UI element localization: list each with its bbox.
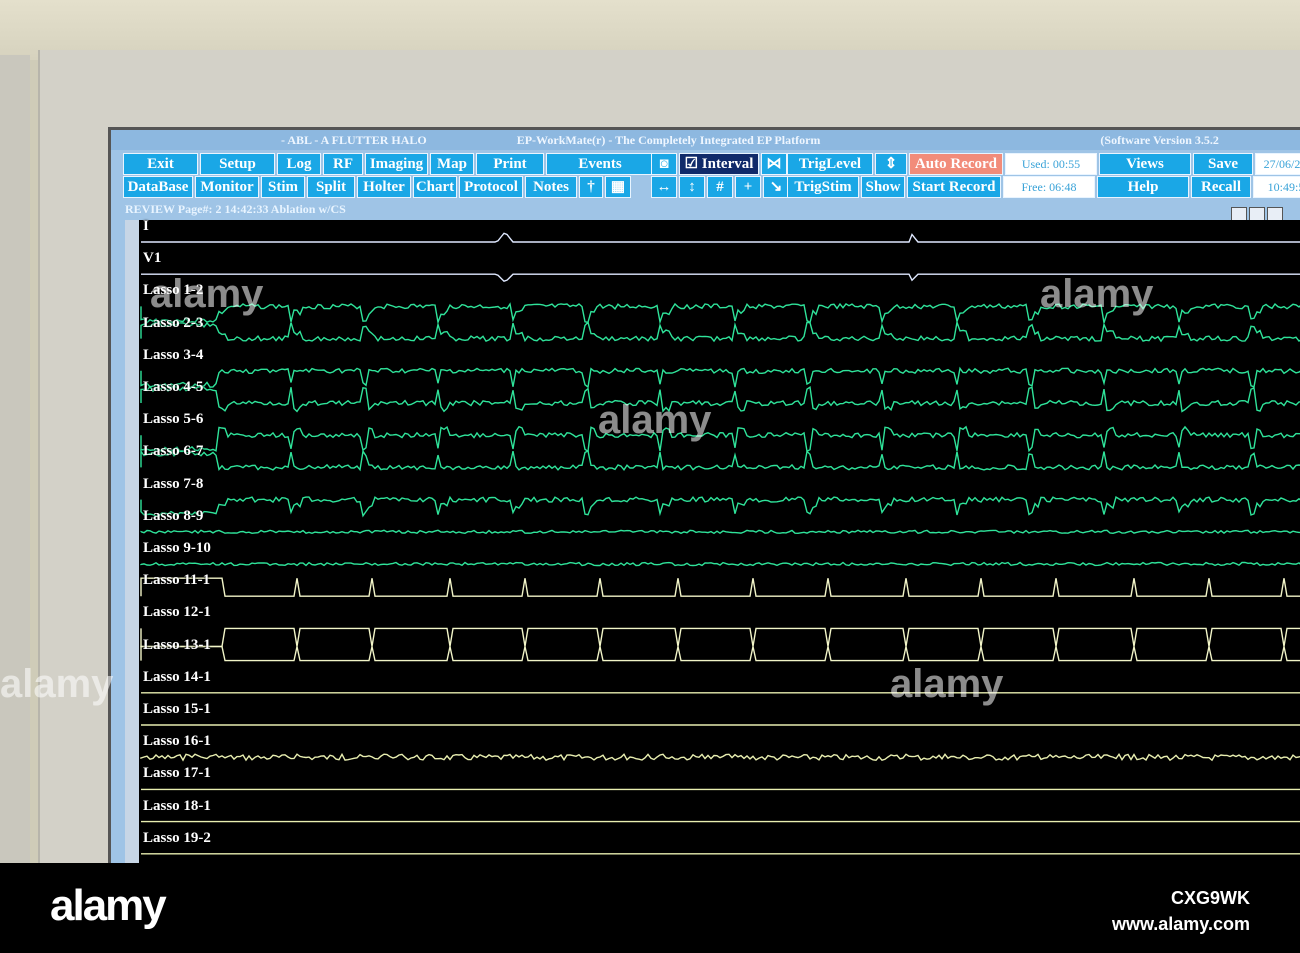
waveform-trace: [140, 366, 1300, 389]
waveform-trace: [140, 449, 1300, 472]
recall-button[interactable]: Recall: [1191, 176, 1251, 198]
channel-label: Lasso 5-6: [143, 411, 204, 428]
waveform-trace: [140, 425, 1300, 453]
waveform-trace: [140, 627, 1300, 648]
help-button[interactable]: Help: [1097, 176, 1189, 198]
measure-tools-2: ↔ ↕ # + ↘: [651, 176, 789, 198]
waveform-trace: [140, 385, 1300, 413]
toolbar-button-4[interactable]: Holter: [357, 176, 411, 198]
toolbar-button-log[interactable]: Log: [277, 153, 321, 175]
channel-label: Lasso 16-1: [143, 733, 211, 750]
channel-label: Lasso 18-1: [143, 797, 211, 814]
toolbar-button-5[interactable]: Chart: [413, 176, 457, 198]
interval-toggle[interactable]: ☑ Interval: [679, 153, 759, 175]
trigger-tools: TrigLevel ⇕ Auto Record Used: 00:55 View…: [787, 153, 1300, 175]
vruler-icon[interactable]: ↕: [679, 176, 705, 198]
trig-stim-button[interactable]: TrigStim: [787, 176, 859, 198]
measure-tools: ◙ ☑ Interval ⋈: [651, 153, 787, 175]
watermark: alamy: [598, 398, 712, 442]
channel-label: Lasso 7-8: [143, 475, 204, 492]
date-readout: 27/06/2007: [1255, 153, 1300, 175]
save-button[interactable]: Save: [1193, 153, 1253, 175]
camera-icon[interactable]: ◙: [651, 153, 677, 175]
slope-icon[interactable]: ↘: [763, 176, 789, 198]
channel-label: Lasso 6-7: [143, 443, 204, 460]
toolbar-button-print[interactable]: Print: [476, 153, 544, 175]
review-status: REVIEW Page#: 2 14:42:33 Ablation w/CS: [125, 202, 346, 216]
show-button[interactable]: Show: [861, 176, 905, 198]
channel-label: Lasso 4-5: [143, 379, 204, 395]
channel-label: V1: [143, 250, 162, 267]
waveform-trace: [140, 561, 1300, 567]
channel-label: Lasso 8-9: [143, 507, 204, 524]
toolbar-button-setup[interactable]: Setup: [200, 153, 275, 175]
watermark: alamy: [1040, 272, 1154, 316]
toolbar-button-9[interactable]: ▦: [605, 176, 631, 198]
channel-label: Lasso 3-4: [143, 346, 204, 363]
channel-label: Lasso 13-1: [143, 636, 211, 653]
view-right-icon[interactable]: [1249, 207, 1265, 221]
channel-label: Lasso 11-1: [143, 572, 211, 589]
trigger-tools-2: TrigStim Show Start Record Free: 06:48 H…: [787, 176, 1300, 198]
views-button[interactable]: Views: [1099, 153, 1191, 175]
watermark: alamy: [0, 662, 114, 706]
time-readout: 10:49:52: [1253, 176, 1300, 198]
toolbar-button-2[interactable]: Stim: [261, 176, 305, 198]
updown-icon[interactable]: ⇕: [875, 153, 907, 175]
waveform-trace: [140, 529, 1300, 535]
site-url: www.alamy.com: [1111, 914, 1250, 934]
title-left: - ABL - A FLUTTER HALO: [281, 132, 427, 147]
watermark: alamy: [890, 662, 1004, 706]
watermark: alamy: [150, 272, 264, 316]
toolbar-button-rf[interactable]: RF: [323, 153, 363, 175]
monitor-screen: - ABL - A FLUTTER HALO EP-WorkMate(r) - …: [108, 127, 1300, 869]
free-readout: Free: 06:48: [1003, 176, 1095, 198]
title-right: (Software Version 3.5.2: [1100, 132, 1219, 147]
toolbar-button-7[interactable]: Notes: [525, 176, 577, 198]
toolbar-button-1[interactable]: Monitor: [195, 176, 259, 198]
waveform-trace: [140, 319, 1300, 343]
waveform-trace: [140, 577, 1300, 597]
adjacent-monitor: [0, 55, 30, 865]
caliper-icon[interactable]: ⋈: [761, 153, 787, 175]
waveform-trace: [140, 752, 1300, 762]
channel-label: Lasso 17-1: [143, 765, 211, 782]
vertical-scrollbar[interactable]: [125, 220, 139, 866]
waveform-trace: [141, 232, 1300, 243]
toolbar-button-6[interactable]: Protocol: [459, 176, 523, 198]
image-credit: CXG9WK www.alamy.com: [1112, 885, 1250, 937]
channel-label: Lasso 15-1: [143, 701, 211, 717]
auto-record-button[interactable]: Auto Record: [909, 153, 1003, 175]
view-list-icon[interactable]: [1267, 207, 1283, 221]
toolbar-button-8[interactable]: †: [579, 176, 603, 198]
channel-label: Lasso 9-10: [143, 540, 211, 556]
toolbar-row1: Exit Setup Log RF Imaging Map Print Events: [123, 153, 654, 175]
waveform-trace: [140, 645, 1300, 662]
toolbar-button-events[interactable]: Events: [546, 153, 654, 175]
channel-label: Lasso 14-1: [143, 668, 211, 685]
channel-label: Lasso 12-1: [143, 604, 211, 621]
trig-level-button[interactable]: TrigLevel: [787, 153, 873, 175]
cross-icon[interactable]: +: [735, 176, 761, 198]
footer-bar: alamy CXG9WK www.alamy.com: [0, 863, 1300, 953]
toolbar-row2: DataBase Monitor Stim Split Holter Chart Proto…: [123, 176, 631, 198]
title-mid: EP-WorkMate(r) - The Completely Integrat…: [516, 132, 821, 147]
image-id: CXG9WK: [1170, 888, 1250, 908]
toolbar-button-exit[interactable]: Exit: [123, 153, 198, 175]
title-bar: - ABL - A FLUTTER HALO EP-WorkMate(r) - …: [111, 130, 1300, 150]
hruler-icon[interactable]: ↔: [651, 176, 677, 198]
hash-icon[interactable]: #: [707, 176, 733, 198]
start-record-button[interactable]: Start Record: [907, 176, 1001, 198]
channel-label: Lasso 2-3: [143, 314, 204, 331]
toolbar-button-imaging[interactable]: Imaging: [365, 153, 428, 175]
channel-label: I: [143, 218, 149, 234]
view-left-icon[interactable]: [1231, 207, 1247, 221]
alamy-logo: alamy: [50, 881, 167, 930]
channel-label: Lasso 19-2: [143, 829, 211, 846]
toolbar-button-0[interactable]: DataBase: [123, 176, 193, 198]
waveform-trace: [140, 495, 1300, 518]
toolbar-button-3[interactable]: Split: [307, 176, 355, 198]
toolbar-button-map[interactable]: Map: [430, 153, 474, 175]
used-readout: Used: 00:55: [1005, 153, 1097, 175]
